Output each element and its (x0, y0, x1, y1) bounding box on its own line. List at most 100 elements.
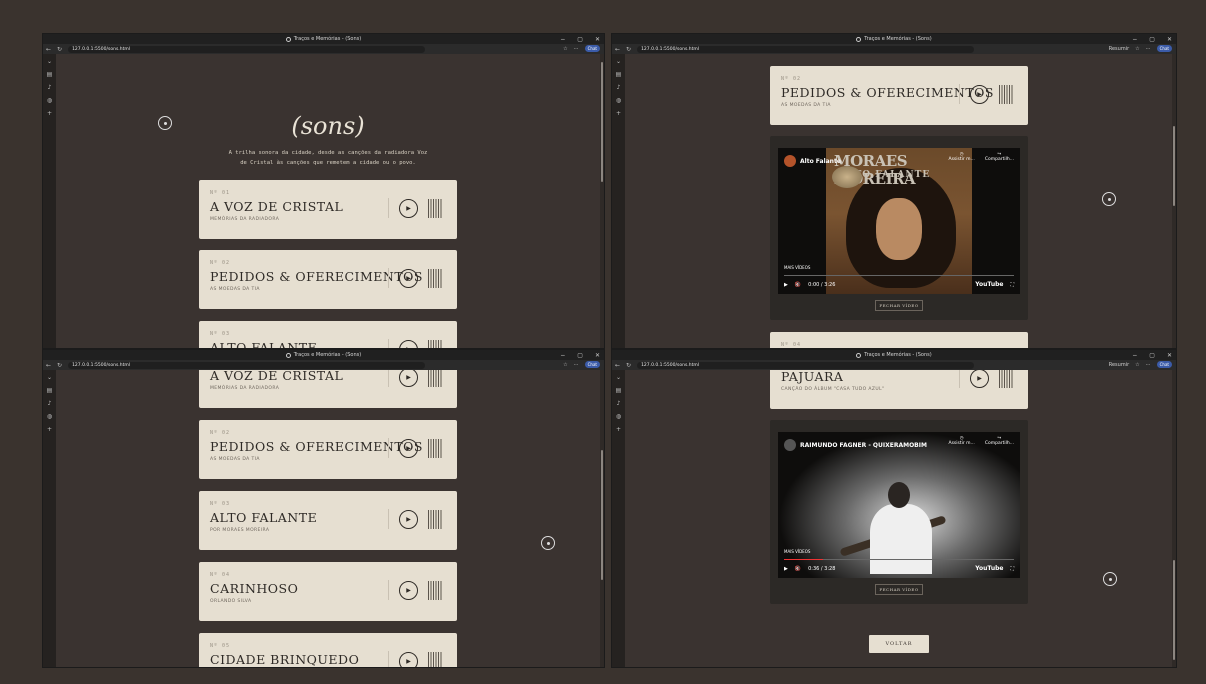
track-card[interactable]: Nº 04 (770, 332, 1028, 348)
menu-icon[interactable]: ⋯ (574, 46, 579, 52)
mute-icon[interactable]: 🔇 (795, 282, 801, 288)
mute-icon[interactable]: 🔇 (795, 566, 801, 572)
minimize-button[interactable]: − (560, 36, 565, 43)
track-card[interactable]: Nº 05 CIDADE BRINQUEDO ▶ (199, 633, 457, 667)
fullscreen-icon[interactable]: ⛶ (1010, 566, 1014, 572)
speaker-icon[interactable]: ♪ (48, 84, 52, 91)
tabs-icon[interactable]: ▤ (47, 387, 53, 394)
maximize-button[interactable]: ▢ (577, 36, 583, 43)
watch-later-button[interactable]: ◷ Assistir m... (949, 152, 975, 162)
track-card[interactable]: A VOZ DE CRISTAL MEMÓRIAS DA RADIADORA ▶ (199, 370, 457, 408)
back-arrow-icon[interactable]: ← (615, 362, 620, 369)
resumir-button[interactable]: Resumir (1109, 46, 1129, 52)
more-videos-label[interactable]: MAIS VÍDEOS (784, 549, 810, 554)
reload-icon[interactable]: ↻ (626, 362, 631, 369)
maximize-button[interactable]: ▢ (577, 352, 583, 359)
play-icon[interactable]: ▶ (399, 581, 418, 600)
youtube-logo[interactable]: YouTube (975, 565, 1003, 572)
fullscreen-icon[interactable]: ⛶ (1010, 282, 1014, 288)
track-card[interactable]: Nº 02 PEDIDOS & OFERECIMENTOS AS MOEDAS … (199, 250, 457, 309)
globe-icon[interactable]: ◍ (616, 97, 621, 104)
close-button[interactable]: ✕ (1167, 36, 1172, 43)
chevron-down-icon[interactable]: ⌄ (616, 374, 621, 381)
maximize-button[interactable]: ▢ (1149, 352, 1155, 359)
menu-icon[interactable]: ⋯ (1146, 362, 1151, 368)
play-icon[interactable]: ▶ (399, 269, 418, 288)
more-videos-label[interactable]: MAIS VÍDEOS (784, 265, 810, 270)
chat-button[interactable]: Chat (584, 361, 600, 368)
youtube-player[interactable]: RAIMUNDO FAGNER - QUIXERAMOBIM ◷ Assistir… (778, 432, 1020, 578)
track-card[interactable]: Nº 02 PEDIDOS & OFERECIMENTOS AS MOEDAS … (770, 66, 1028, 125)
speaker-icon[interactable]: ♪ (617, 400, 621, 407)
chevron-down-icon[interactable]: ⌄ (47, 58, 52, 65)
chat-button[interactable]: Chat (584, 45, 600, 52)
tabs-icon[interactable]: ▤ (616, 387, 622, 394)
globe-icon[interactable]: ◍ (616, 413, 621, 420)
plus-icon[interactable]: + (47, 110, 52, 117)
close-video-button[interactable]: FECHAR VÍDEO (875, 584, 923, 595)
back-arrow-icon[interactable]: ← (46, 46, 51, 53)
tabs-icon[interactable]: ▤ (616, 71, 622, 78)
scrollbar[interactable] (1172, 54, 1176, 348)
url-field[interactable]: 127.0.0.1:5500/sons.html (637, 45, 974, 53)
track-card[interactable]: Nº 03 ALTO FALANTE ▶ (199, 321, 457, 348)
play-icon[interactable]: ▶ (970, 370, 989, 388)
track-card[interactable]: PAJUARA CANÇÃO DO ÁLBUM "CASA TUDO AZUL"… (770, 370, 1028, 409)
globe-icon[interactable]: ◍ (47, 97, 52, 104)
minimize-button[interactable]: − (1132, 352, 1137, 359)
chat-button[interactable]: Chat (1156, 361, 1172, 368)
play-icon[interactable]: ▶ (399, 370, 418, 387)
watch-later-button[interactable]: ◷ Assistir m... (949, 436, 975, 446)
youtube-logo[interactable]: YouTube (975, 281, 1003, 288)
play-icon[interactable]: ▶ (784, 566, 788, 572)
plus-icon[interactable]: + (616, 110, 621, 117)
back-button[interactable]: VOLTAR (869, 635, 929, 653)
close-video-button[interactable]: FECHAR VÍDEO (875, 300, 923, 311)
chevron-down-icon[interactable]: ⌄ (47, 374, 52, 381)
globe-icon[interactable]: ◍ (47, 413, 52, 420)
back-arrow-icon[interactable]: ← (46, 362, 51, 369)
star-icon[interactable]: ☆ (563, 362, 567, 368)
play-icon[interactable]: ▶ (970, 85, 989, 104)
play-icon[interactable]: ▶ (399, 439, 418, 458)
resumir-button[interactable]: Resumir (1109, 362, 1129, 368)
scrollbar[interactable] (600, 370, 604, 667)
scroll-thumb[interactable] (1173, 126, 1175, 206)
share-button[interactable]: ↪ Compartilh... (985, 152, 1014, 162)
youtube-player[interactable]: MORAES MOREIRA ALTO FALANTE Alto Falante… (778, 148, 1020, 294)
play-icon[interactable]: ▶ (784, 282, 788, 288)
track-card[interactable]: Nº 04 CARINHOSO ORLANDO SILVA ▶ (199, 562, 457, 621)
chevron-down-icon[interactable]: ⌄ (616, 58, 621, 65)
speaker-icon[interactable]: ♪ (617, 84, 621, 91)
video-title[interactable]: Alto Falante (800, 158, 841, 165)
star-icon[interactable]: ☆ (1135, 46, 1139, 52)
plus-icon[interactable]: + (47, 426, 52, 433)
minimize-button[interactable]: − (560, 352, 565, 359)
track-card[interactable]: Nº 03 ALTO FALANTE POR MORAES MOREIRA ▶ (199, 491, 457, 550)
chat-button[interactable]: Chat (1156, 45, 1172, 52)
video-progress-bar[interactable] (784, 275, 1014, 276)
scroll-thumb[interactable] (601, 62, 603, 182)
speaker-icon[interactable]: ♪ (48, 400, 52, 407)
maximize-button[interactable]: ▢ (1149, 36, 1155, 43)
scroll-thumb[interactable] (601, 450, 603, 580)
play-icon[interactable]: ▶ (399, 199, 418, 218)
reload-icon[interactable]: ↻ (626, 46, 631, 53)
minimize-button[interactable]: − (1132, 36, 1137, 43)
star-icon[interactable]: ☆ (1135, 362, 1139, 368)
reload-icon[interactable]: ↻ (57, 46, 62, 53)
play-icon[interactable]: ▶ (399, 652, 418, 667)
tabs-icon[interactable]: ▤ (47, 71, 53, 78)
close-button[interactable]: ✕ (595, 352, 600, 359)
url-field[interactable]: 127.0.0.1:5500/sons.html (68, 361, 426, 369)
url-field[interactable]: 127.0.0.1:5500/sons.html (637, 361, 974, 369)
video-progress-bar[interactable] (784, 559, 1014, 560)
close-button[interactable]: ✕ (595, 36, 600, 43)
scrollbar[interactable] (600, 54, 604, 348)
menu-icon[interactable]: ⋯ (1146, 46, 1151, 52)
play-icon[interactable]: ▶ (399, 510, 418, 529)
share-button[interactable]: ↪ Compartilh... (985, 436, 1014, 446)
track-card[interactable]: Nº 01 A VOZ DE CRISTAL MEMÓRIAS DA RADIA… (199, 180, 457, 239)
menu-icon[interactable]: ⋯ (574, 362, 579, 368)
play-icon[interactable]: ▶ (399, 340, 418, 348)
